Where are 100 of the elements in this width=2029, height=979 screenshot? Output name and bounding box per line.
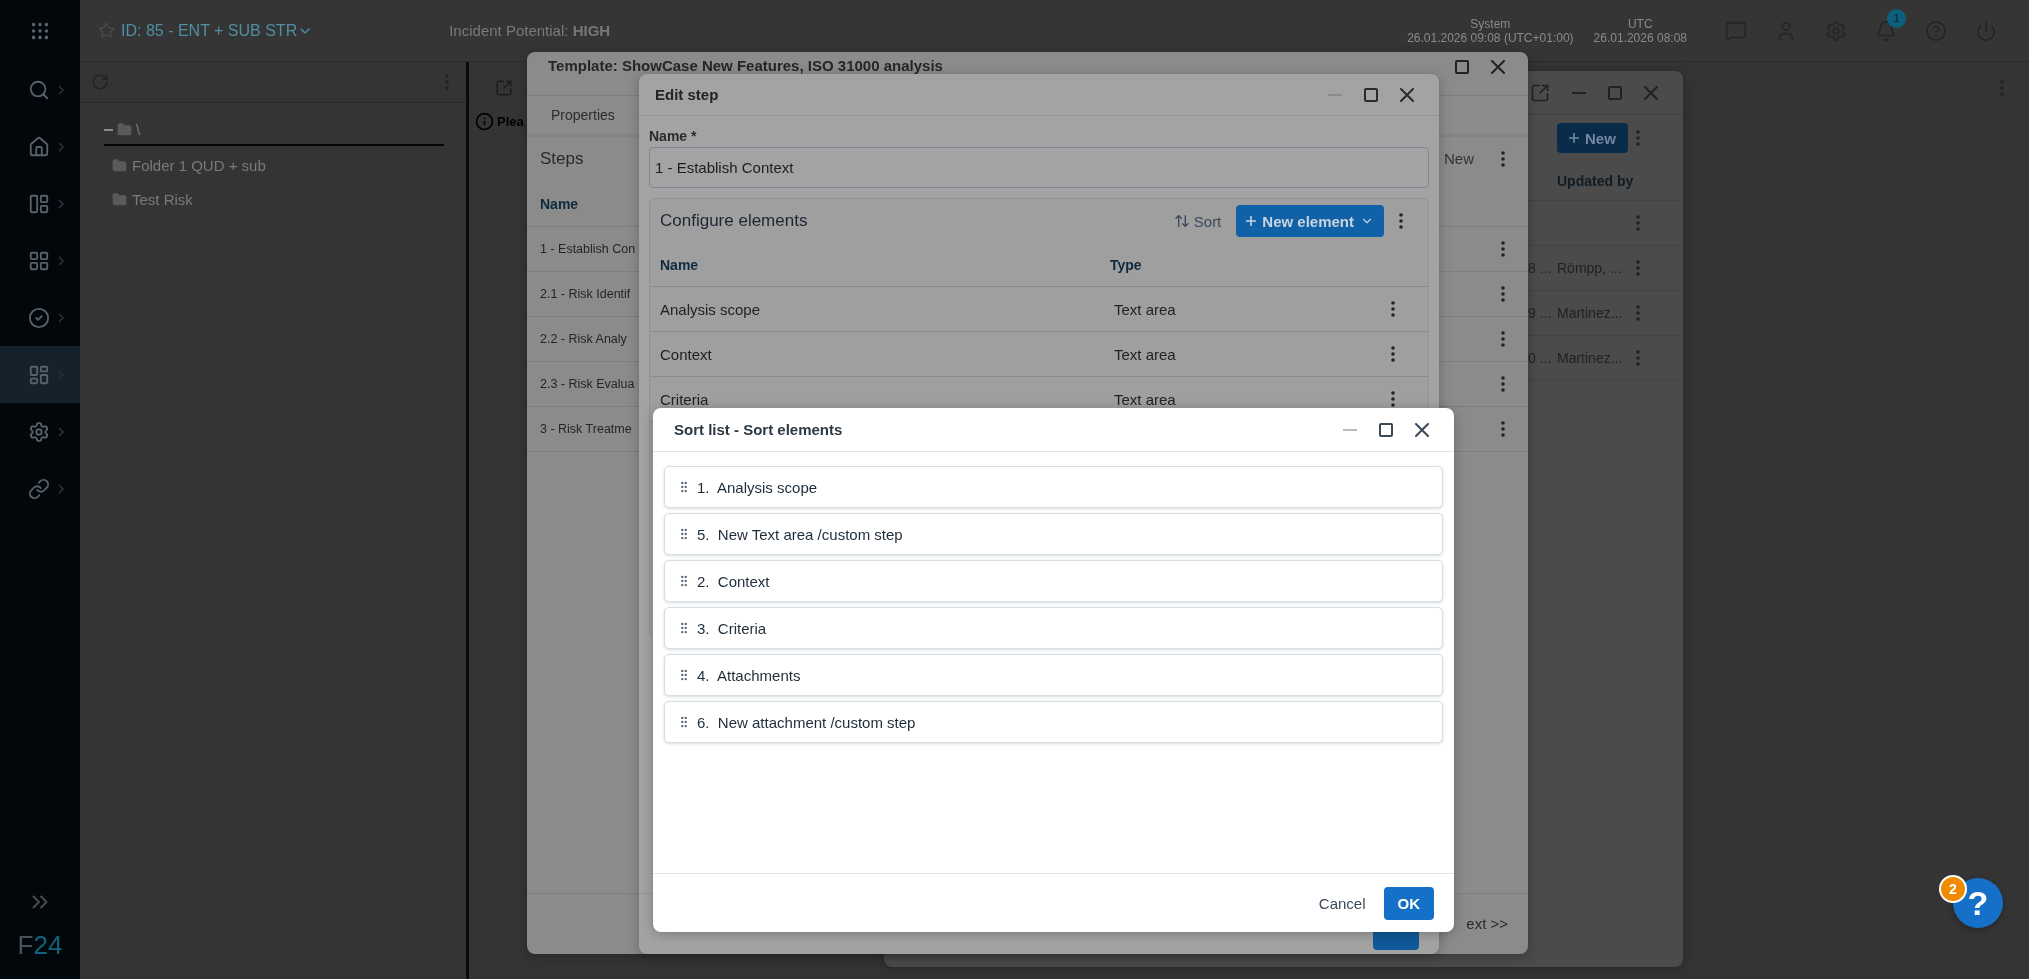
table-cell-text: Text area <box>1113 300 1176 318</box>
new-button[interactable]: New <box>1444 150 1474 167</box>
kebab-icon <box>1501 150 1505 167</box>
home-icon <box>28 135 50 158</box>
sortable-item[interactable]: 1. Analysis scope <box>664 466 1443 508</box>
maximize-icon <box>1455 60 1469 74</box>
table-cell-text: Text area <box>1113 390 1176 408</box>
tab[interactable]: Properties <box>541 96 625 134</box>
new-button[interactable]: New <box>1557 123 1628 153</box>
tree-item[interactable]: \ <box>136 121 141 138</box>
kebab-icon <box>1636 215 1640 231</box>
card-title: Configure elements <box>660 211 808 231</box>
new-element-button[interactable]: New element <box>1236 205 1384 237</box>
kebab-icon <box>1501 376 1505 392</box>
clock-label: System <box>1470 16 1511 31</box>
close-button[interactable] <box>1488 57 1508 77</box>
open-external-icon <box>1530 82 1550 103</box>
collapse-icon[interactable] <box>104 128 113 131</box>
sortable-item[interactable]: 5. New Text area /custom step <box>664 513 1443 555</box>
field-label: Name * <box>649 128 698 144</box>
logo: F24 <box>17 930 63 961</box>
kebab-icon <box>1636 130 1640 146</box>
cancel-button[interactable]: Cancel <box>1310 888 1374 918</box>
dialog-title: Sort list - Sort elements <box>674 421 843 438</box>
sort-icon <box>1173 213 1190 229</box>
table-cell-text: Text area <box>1113 345 1176 363</box>
chevron-icon <box>58 312 64 323</box>
row-menu-button[interactable] <box>1388 343 1398 365</box>
folder-icon <box>112 157 127 173</box>
notifications-button[interactable]: 1 <box>1861 10 1911 51</box>
ok-button[interactable]: OK <box>1383 886 1434 920</box>
incident-potential: Incident Potential: HIGH <box>449 22 611 39</box>
chevron-icon <box>58 426 64 437</box>
search-icon <box>28 78 50 101</box>
kebab-icon <box>1391 391 1395 407</box>
minimize-icon <box>1343 428 1357 431</box>
close-icon <box>1644 85 1658 100</box>
check-circle-icon <box>28 306 50 329</box>
sortable-item[interactable]: 4. Attachments <box>664 654 1443 696</box>
tree-item[interactable]: Test Risk <box>132 190 193 208</box>
chevron-icon <box>58 198 64 209</box>
minimize-icon <box>1572 91 1586 94</box>
column-header: Updated by <box>1557 172 1634 189</box>
kebab-icon <box>1501 421 1505 437</box>
plus-icon <box>1569 133 1579 143</box>
kebab-icon <box>1501 241 1505 257</box>
kebab-icon <box>1399 213 1403 229</box>
name-field[interactable]: 1 - Establish Context <box>649 147 1429 188</box>
table-cell: Criteria <box>660 390 709 408</box>
kebab-icon <box>1391 301 1395 317</box>
more-button[interactable] <box>1396 210 1406 232</box>
chevron-icon <box>58 141 64 152</box>
table-cell: Context <box>660 345 712 363</box>
notification-count: 1 <box>1887 8 1906 28</box>
kebab-icon <box>1501 286 1505 302</box>
column-header: Name <box>540 195 579 212</box>
sortable-item[interactable]: 3. Criteria <box>664 607 1443 649</box>
row-menu-button[interactable] <box>1388 388 1398 410</box>
chevron-icon <box>58 483 64 494</box>
table-cell: 1 - Establish Con <box>540 242 636 256</box>
nav-item[interactable] <box>0 346 80 403</box>
table-cell: 2.2 - Risk Analy <box>540 332 627 346</box>
link-icon <box>28 477 50 500</box>
sortable-item[interactable]: 2. Context <box>664 560 1443 602</box>
window-title: Template: ShowCase New Features, ISO 31000 analysis <box>548 57 943 74</box>
close-icon <box>1491 60 1505 74</box>
clock-label: UTC <box>1627 16 1653 31</box>
layout-icon <box>28 192 50 215</box>
maximize-icon <box>1379 422 1393 437</box>
table-cell: 3 - Risk Treatme <box>540 422 632 436</box>
folder-icon <box>117 122 132 137</box>
dashboard-icon <box>28 363 50 386</box>
kebab-icon <box>1636 350 1640 366</box>
settings-icon <box>28 420 50 443</box>
sortable-item[interactable]: 6. New attachment /custom step <box>664 701 1443 743</box>
maximize-icon <box>1364 87 1378 102</box>
folder-icon <box>112 191 127 207</box>
chevron-icon <box>58 255 64 266</box>
record-title[interactable]: ID: 85 - ENT + SUB STR <box>121 21 298 40</box>
clock-time: 26.01.2026 09:08 (UTC+01:00) <box>1407 30 1574 45</box>
window-title: Edit step <box>655 86 719 103</box>
table-cell: Analysis scope <box>660 300 761 318</box>
column-header: Name <box>660 257 699 273</box>
next-button[interactable]: ext >> <box>1466 915 1508 932</box>
close-icon <box>1400 87 1414 102</box>
maximize-icon <box>1608 85 1622 100</box>
table-cell: 2.1 - Risk Identif <box>540 287 631 301</box>
grid-icon <box>28 249 50 272</box>
close-icon <box>1415 422 1429 437</box>
tree-item[interactable]: Folder 1 QUD + sub <box>132 156 266 174</box>
help-badge: 2 <box>1939 875 1967 903</box>
table-cell: 2.3 - Risk Evalua <box>540 377 635 391</box>
row-menu-button[interactable] <box>1388 298 1398 320</box>
chevron-icon <box>58 84 64 95</box>
sort-button[interactable]: Sort <box>1170 209 1225 233</box>
section-title: Steps <box>540 148 584 169</box>
info-icon <box>475 112 494 131</box>
kebab-icon <box>1391 346 1395 362</box>
clock-time: 26.01.2026 08:08 <box>1593 30 1687 45</box>
maximize-button[interactable] <box>1452 57 1472 77</box>
